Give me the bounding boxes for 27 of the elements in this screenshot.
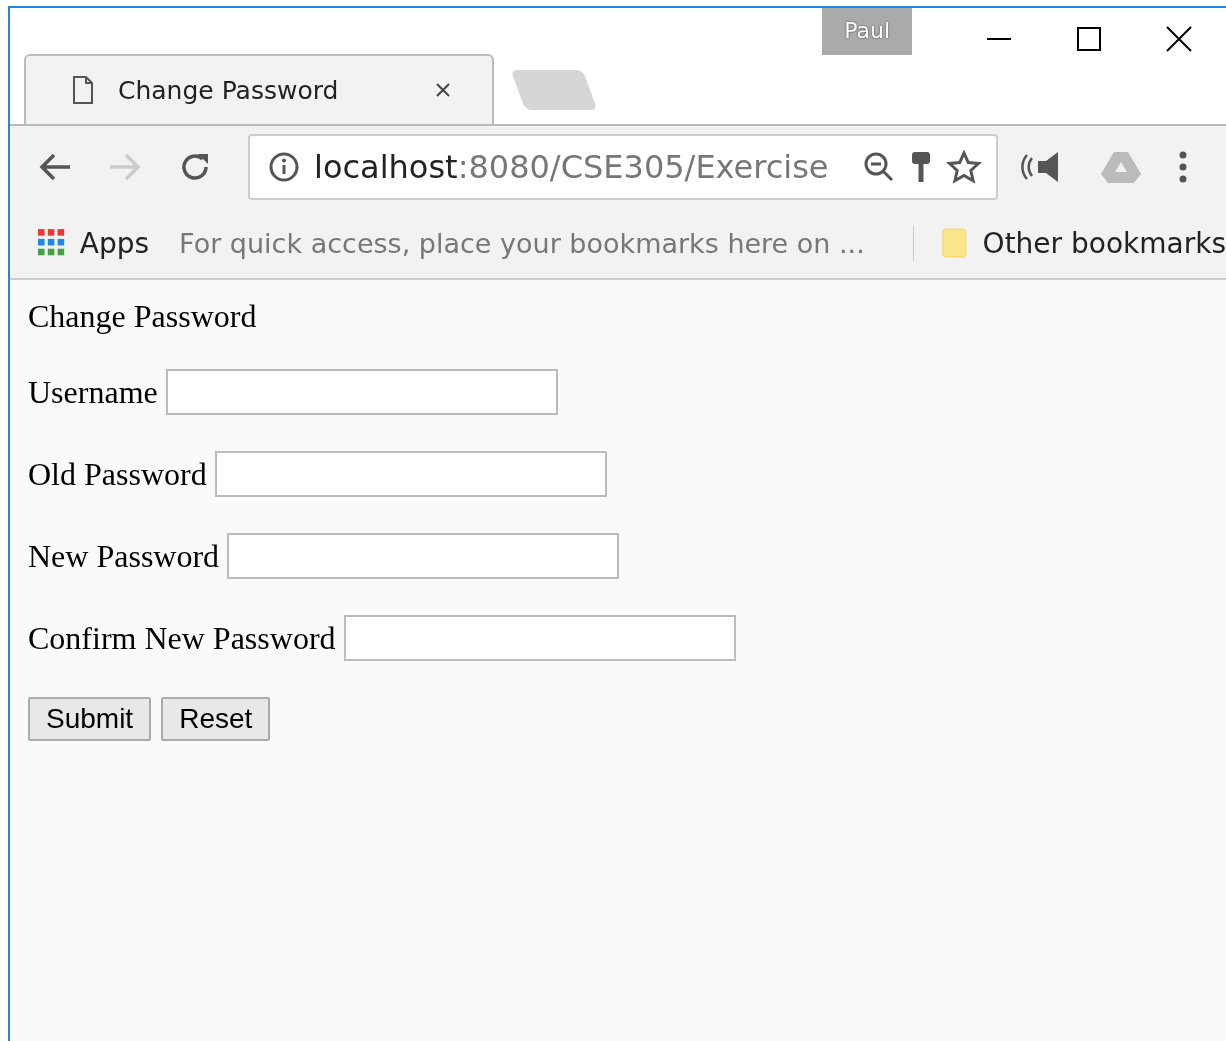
close-icon[interactable] (1166, 26, 1192, 52)
close-icon[interactable] (434, 81, 452, 99)
field-label: Old Password (28, 455, 207, 493)
star-icon[interactable] (946, 150, 982, 184)
input-field[interactable] (165, 369, 558, 415)
browser-tab[interactable]: Change Password (24, 54, 494, 124)
field-label: New Password (28, 537, 220, 575)
other-bookmarks-link[interactable]: Other bookmarks (982, 226, 1226, 260)
form-button[interactable]: Submit (28, 697, 152, 741)
apps-link[interactable]: Apps (79, 226, 150, 260)
info-icon (268, 151, 300, 183)
menu-icon[interactable] (1178, 150, 1188, 184)
field-label: Confirm New Password (28, 619, 336, 657)
tab-title: Change Password (118, 75, 340, 105)
bookmarks-hint: For quick access, place your bookmarks here on ... (179, 227, 865, 259)
key-icon[interactable] (910, 150, 932, 184)
address-bar[interactable]: localhost:8080/CSE305/Exercise (248, 134, 998, 200)
document-icon (72, 75, 94, 105)
zoom-out-icon[interactable] (862, 150, 896, 184)
back-arrow-icon[interactable] (38, 152, 72, 182)
input-field[interactable] (214, 451, 607, 497)
form-button[interactable]: Reset (161, 697, 271, 741)
input-field[interactable] (343, 615, 736, 661)
maximize-icon[interactable] (1076, 26, 1102, 52)
page-heading: Change Password (28, 298, 258, 335)
field-label: Username (28, 373, 158, 411)
input-field[interactable] (227, 533, 620, 579)
